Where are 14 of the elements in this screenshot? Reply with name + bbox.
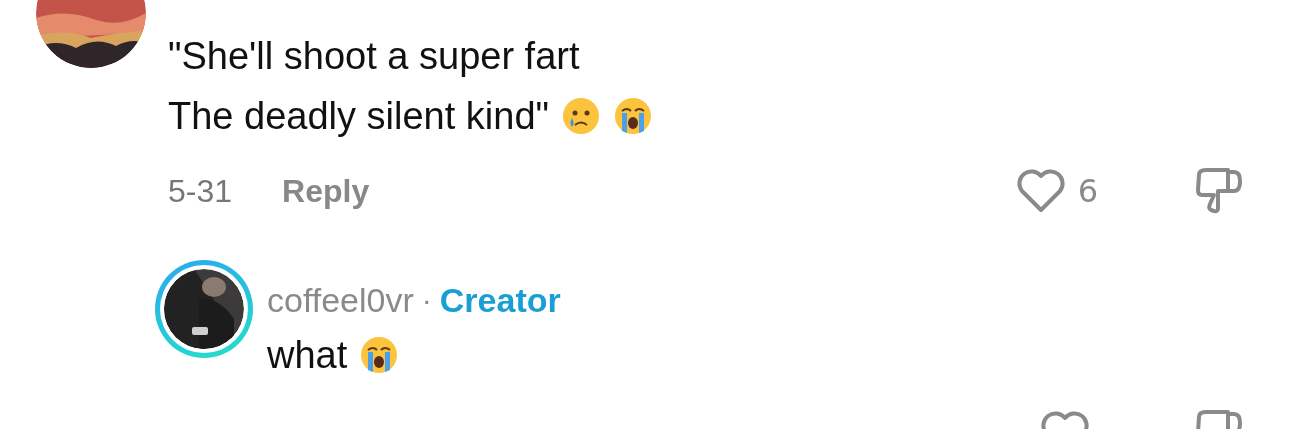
crying-face-icon — [359, 335, 400, 375]
crying-face-icon — [613, 96, 654, 136]
reply-button[interactable]: Reply — [282, 172, 370, 210]
like-button[interactable]: 6 — [1015, 168, 1098, 214]
comment-text: The deadly silent kind" — [168, 94, 550, 138]
thumbs-down-icon — [1194, 167, 1244, 215]
comment-text: "She'll shoot a super fart — [168, 34, 580, 78]
username[interactable]: coffeel0vr — [267, 280, 414, 320]
dislike-button[interactable] — [1194, 167, 1244, 215]
sad-face-icon — [561, 96, 602, 136]
comment-date: 5-31 — [168, 172, 233, 210]
separator: · — [421, 283, 432, 317]
creator-label: Creator — [439, 280, 561, 320]
comment-text: what — [267, 333, 348, 377]
